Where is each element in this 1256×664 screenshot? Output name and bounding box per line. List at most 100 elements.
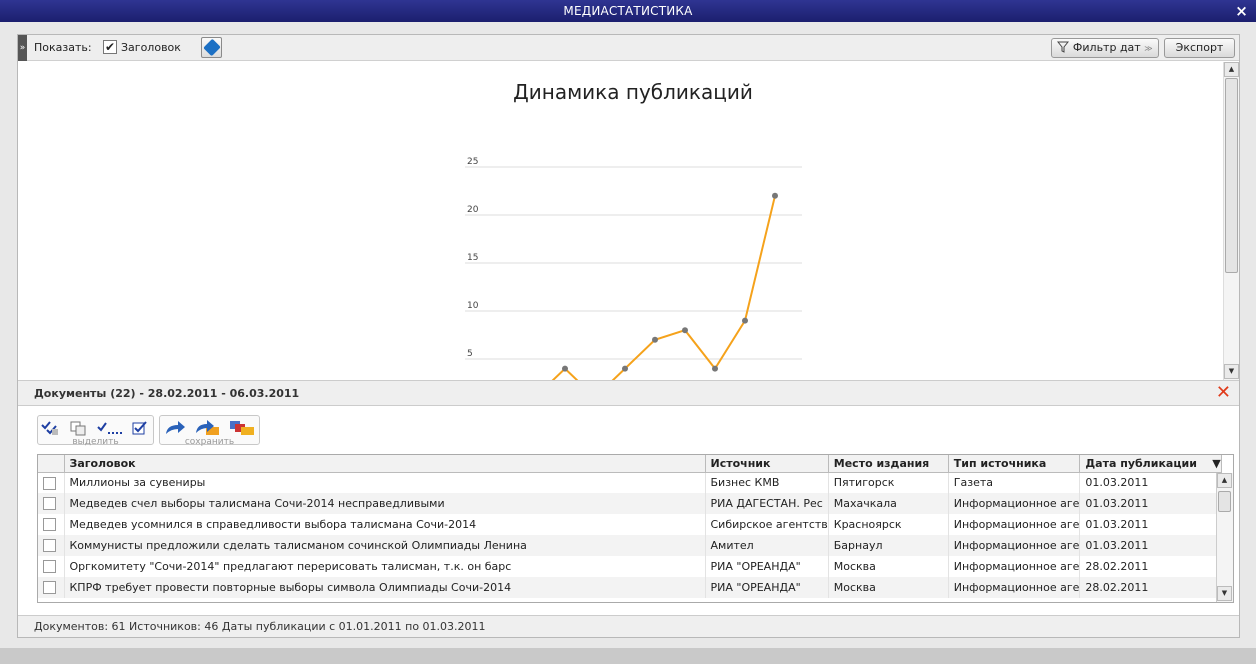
close-icon[interactable]: ×	[1235, 0, 1248, 22]
filter-icon	[1057, 41, 1070, 53]
row-place: Москва	[828, 577, 949, 598]
export-button[interactable]: Экспорт	[1164, 38, 1235, 58]
column-header-place[interactable]: Место издания	[828, 455, 949, 473]
row-source: РИА "ОРЕАНДА"	[705, 556, 829, 577]
y-tick-label: 20	[467, 205, 479, 215]
save-group-caption: сохранить	[184, 437, 235, 447]
row-place: Барнаул	[828, 535, 949, 556]
row-checkbox-cell	[38, 556, 65, 577]
row-checkbox[interactable]	[43, 518, 56, 532]
row-date: 01.03.2011	[1079, 493, 1222, 514]
row-checkbox-cell	[38, 577, 65, 598]
chart-scrollbar[interactable]: ▲ ▼	[1223, 62, 1239, 380]
sort-desc-icon[interactable]: ▼	[1212, 457, 1220, 470]
status-text: Документов: 61 Источников: 46 Даты публи…	[34, 620, 486, 633]
select-all-column[interactable]	[38, 455, 65, 473]
folders-icon[interactable]	[229, 420, 257, 436]
scroll-thumb[interactable]	[1218, 491, 1231, 512]
table-row[interactable]: Коммунисты предложили сделать талисманом…	[38, 535, 1222, 556]
window-titlebar: МЕДИАСТАТИСТИКА ×	[0, 0, 1256, 22]
table-row[interactable]: Медведев счел выборы талисмана Сочи-2014…	[38, 493, 1222, 514]
toolbar: » Показать: ✔ Заголовок Фильтр дат ≫ Экс…	[18, 35, 1239, 61]
save-icon[interactable]	[195, 420, 221, 436]
table-row[interactable]: КПРФ требует провести повторные выборы с…	[38, 577, 1222, 598]
data-point[interactable]	[682, 327, 688, 334]
paint-bucket-button[interactable]	[201, 37, 222, 58]
select-group-caption: выделить	[72, 437, 119, 447]
y-tick-label: 15	[467, 253, 478, 263]
data-point[interactable]	[622, 365, 628, 372]
scroll-thumb[interactable]	[1225, 78, 1238, 273]
row-place: Пятигорск	[828, 472, 949, 493]
column-header-source[interactable]: Источник	[705, 455, 829, 473]
paint-bucket-icon	[203, 38, 221, 57]
save-group: сохранить	[159, 415, 260, 447]
data-point[interactable]	[772, 192, 778, 199]
data-point[interactable]	[742, 317, 748, 324]
row-title[interactable]: Оргкомитету "Сочи-2014" предлагают перер…	[64, 556, 706, 577]
row-title[interactable]: Медведев счел выборы талисмана Сочи-2014…	[64, 493, 706, 514]
status-bar: Документов: 61 Источников: 46 Даты публи…	[18, 615, 1239, 637]
row-checkbox[interactable]	[43, 476, 56, 490]
row-checkbox-cell	[38, 472, 65, 493]
date-filter-button[interactable]: Фильтр дат ≫	[1051, 38, 1159, 58]
row-date: 01.03.2011	[1079, 514, 1222, 535]
bottom-strip	[0, 648, 1256, 664]
select-all-icon[interactable]	[41, 420, 59, 436]
chevron-down-icon: ≫	[1144, 44, 1153, 53]
y-tick-label: 5	[467, 349, 473, 359]
row-place: Москва	[828, 556, 949, 577]
row-type: Информационное аге	[948, 577, 1081, 598]
row-type: Информационное аге	[948, 556, 1081, 577]
publication-dynamics-chart: 0510152025	[465, 157, 802, 380]
row-title[interactable]: Коммунисты предложили сделать талисманом…	[64, 535, 706, 556]
row-checkbox[interactable]	[43, 539, 56, 553]
scroll-up-icon[interactable]: ▲	[1224, 62, 1239, 77]
check-box-icon[interactable]	[131, 420, 149, 436]
row-title[interactable]: Медведев усомнился в справедливости выбо…	[64, 514, 706, 535]
row-source: Сибирское агентств	[705, 514, 829, 535]
headline-checkbox-label: Заголовок	[121, 41, 181, 54]
forward-icon[interactable]	[163, 420, 187, 436]
row-checkbox[interactable]	[43, 581, 56, 595]
row-title[interactable]: КПРФ требует провести повторные выборы с…	[64, 577, 706, 598]
data-point[interactable]	[712, 365, 718, 372]
row-source: РИА "ОРЕАНДА"	[705, 577, 829, 598]
table-scrollbar[interactable]: ▲ ▼	[1216, 473, 1233, 602]
row-date: 28.02.2011	[1079, 556, 1222, 577]
scroll-up-icon[interactable]: ▲	[1217, 473, 1232, 488]
close-red-icon[interactable]: ✕	[1216, 382, 1231, 403]
documents-table: Заголовок Источник Место издания Тип ист…	[37, 454, 1234, 603]
data-point[interactable]	[652, 336, 658, 343]
chart-area: Динамика публикаций 0510152025	[18, 62, 1223, 380]
row-title[interactable]: Миллионы за сувениры	[64, 472, 706, 493]
row-source: РИА ДАГЕСТАН. Рес	[705, 493, 829, 514]
data-point[interactable]	[562, 365, 568, 372]
row-checkbox-cell	[38, 493, 65, 514]
window-title: МЕДИАСТАТИСТИКА	[563, 4, 693, 18]
table-row[interactable]: Оргкомитету "Сочи-2014" предлагают перер…	[38, 556, 1222, 577]
copy-icon[interactable]	[69, 420, 87, 436]
column-header-type[interactable]: Тип источника	[948, 455, 1081, 473]
row-checkbox[interactable]	[43, 497, 56, 511]
table-row[interactable]: Миллионы за сувениры Бизнес КМВ Пятигорск Г…	[38, 472, 1222, 493]
row-source: Амител	[705, 535, 829, 556]
row-source: Бизнес КМВ	[705, 472, 829, 493]
headline-checkbox[interactable]: ✔	[103, 40, 117, 54]
date-filter-label: Фильтр дат	[1072, 41, 1141, 54]
select-range-icon[interactable]	[97, 420, 125, 436]
expand-panel-icon[interactable]: »	[18, 35, 27, 61]
y-tick-label: 25	[467, 157, 478, 167]
series-line	[551, 195, 776, 380]
scroll-down-icon[interactable]: ▼	[1224, 364, 1239, 379]
column-header-title[interactable]: Заголовок	[64, 455, 706, 473]
scroll-down-icon[interactable]: ▼	[1217, 586, 1232, 601]
column-header-date[interactable]: Дата публикации ▼	[1079, 455, 1222, 473]
row-date: 01.03.2011	[1079, 472, 1222, 493]
table-row[interactable]: Медведев усомнился в справедливости выбо…	[38, 514, 1222, 535]
row-place: Махачкала	[828, 493, 949, 514]
row-date: 28.02.2011	[1079, 577, 1222, 598]
mediastat-panel: » Показать: ✔ Заголовок Фильтр дат ≫ Экс…	[17, 34, 1240, 638]
row-checkbox[interactable]	[43, 560, 56, 574]
show-label: Показать:	[34, 41, 92, 54]
